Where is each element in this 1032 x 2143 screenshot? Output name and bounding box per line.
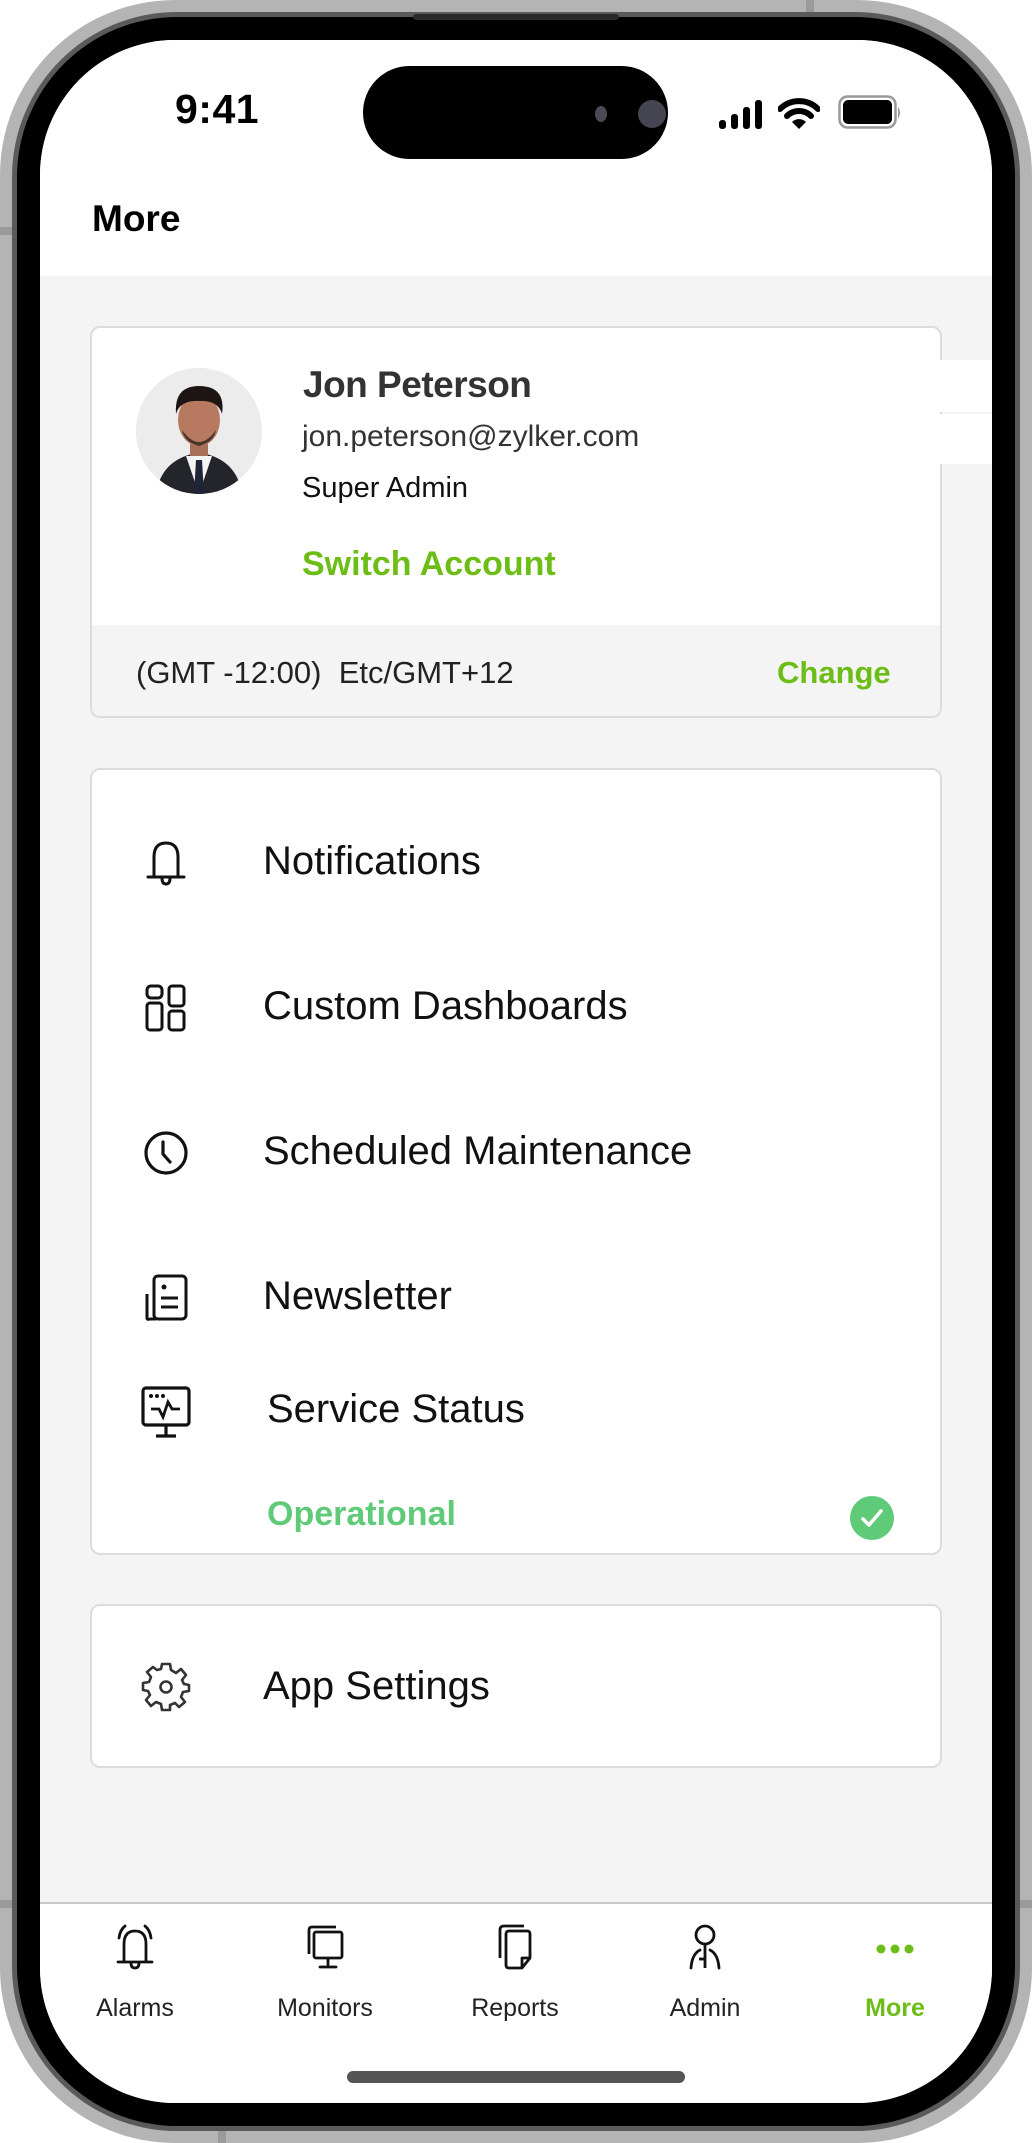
menu-label: Service Status xyxy=(267,1387,525,1431)
more-dots-icon xyxy=(876,1944,914,1954)
dashboard-grid-icon xyxy=(145,984,186,1032)
clock-icon xyxy=(144,1131,188,1175)
menu-item-service-status[interactable]: Service Status xyxy=(92,1385,940,1495)
app-screen: 9:41 More Jon Peterson jon.peterson@zylk… xyxy=(40,40,992,2103)
side-button-mark xyxy=(1020,1900,1032,1908)
menu-label: Newsletter xyxy=(263,1274,452,1318)
tab-label: Monitors xyxy=(277,1994,373,2022)
speaker-grille xyxy=(413,14,619,20)
menu-item-custom-dashboards[interactable]: Custom Dashboards xyxy=(92,952,940,1062)
reports-icon xyxy=(498,1924,532,1970)
user-name: Jon Peterson xyxy=(303,364,532,405)
tab-label: More xyxy=(865,1994,925,2022)
status-time: 9:41 xyxy=(175,86,260,132)
user-role: Super Admin xyxy=(302,472,469,504)
gear-icon xyxy=(141,1662,191,1712)
service-status-value: Operational xyxy=(267,1495,456,1533)
alarm-bell-icon xyxy=(116,1924,154,1970)
menu-label: Scheduled Maintenance xyxy=(263,1129,693,1173)
bell-icon xyxy=(146,841,186,886)
header: 9:41 More xyxy=(40,40,992,276)
menu-label: Notifications xyxy=(263,839,481,883)
monitors-icon xyxy=(307,1925,344,1969)
menu-card: Notifications Custom Dashboards Schedule… xyxy=(90,768,942,1555)
avatar[interactable] xyxy=(136,368,262,494)
overflow-artifact xyxy=(940,414,992,464)
user-avatar-photo xyxy=(136,368,262,494)
tab-alarms[interactable]: Alarms xyxy=(40,1904,230,2054)
timezone-value: (GMT -12:00) Etc/GMT+12 xyxy=(136,655,514,690)
check-circle-icon xyxy=(850,1496,894,1540)
side-button-mark xyxy=(0,227,12,235)
menu-item-newsletter[interactable]: Newsletter xyxy=(92,1242,940,1352)
tab-reports[interactable]: Reports xyxy=(420,1904,610,2054)
profile-card: Jon Peterson jon.peterson@zylker.com Sup… xyxy=(90,326,942,718)
menu-label: Custom Dashboards xyxy=(263,984,628,1028)
switch-account-link[interactable]: Switch Account xyxy=(302,545,556,584)
menu-item-notifications[interactable]: Notifications xyxy=(92,807,940,917)
cellular-signal-icon xyxy=(719,100,762,129)
wifi-icon xyxy=(778,98,820,129)
user-email: jon.peterson@zylker.com xyxy=(302,420,640,453)
tab-monitors[interactable]: Monitors xyxy=(230,1904,420,2054)
sensor-dot xyxy=(595,106,607,122)
side-button-mark xyxy=(218,2131,226,2143)
newsletter-icon xyxy=(145,1274,188,1321)
side-button-mark xyxy=(806,0,814,12)
tab-admin[interactable]: Admin xyxy=(610,1904,800,2054)
app-settings-card[interactable]: App Settings xyxy=(90,1604,942,1768)
monitor-pulse-icon xyxy=(141,1386,191,1438)
overflow-artifact xyxy=(940,360,992,412)
page-title: More xyxy=(92,198,181,239)
admin-user-icon xyxy=(689,1924,721,1970)
timezone-row: (GMT -12:00) Etc/GMT+12 Change xyxy=(92,625,940,716)
camera-dot xyxy=(638,100,666,128)
change-timezone-link[interactable]: Change xyxy=(777,655,891,691)
tab-label: Admin xyxy=(669,1994,741,2022)
home-indicator[interactable] xyxy=(347,2071,685,2083)
side-button-mark xyxy=(0,1900,12,1908)
battery-icon xyxy=(838,95,900,129)
menu-item-scheduled-maintenance[interactable]: Scheduled Maintenance xyxy=(92,1097,940,1207)
tab-label: Alarms xyxy=(96,1994,174,2022)
app-settings-label: App Settings xyxy=(263,1664,490,1708)
tab-more[interactable]: More xyxy=(800,1904,990,2054)
dynamic-island xyxy=(363,66,668,159)
tab-label: Reports xyxy=(471,1994,559,2022)
